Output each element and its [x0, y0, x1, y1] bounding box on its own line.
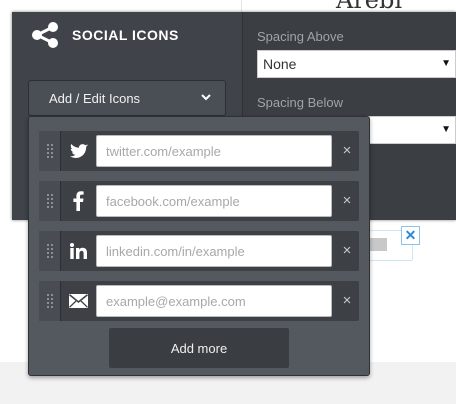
icon-row-facebook: × [39, 181, 359, 221]
twitter-icon [62, 131, 95, 171]
remove-icon-button[interactable]: × [335, 281, 359, 321]
twitter-url-input[interactable] [96, 135, 332, 167]
drag-handle-icon[interactable] [39, 281, 61, 321]
email-icon [62, 281, 95, 321]
add-edit-icons-label: Add / Edit Icons [49, 90, 141, 106]
icon-row-email: × [39, 281, 359, 321]
select-arrow-icon: ▼ [441, 124, 451, 135]
remove-icon-button[interactable]: × [335, 181, 359, 221]
background-divider [241, 0, 242, 12]
spacing-above-label: Spacing Above [257, 29, 344, 44]
panel-title: SOCIAL ICONS [72, 27, 179, 43]
background-close-icon[interactable]: ✕ [401, 226, 420, 245]
drag-handle-icon[interactable] [39, 181, 61, 221]
spacing-below-label: Spacing Below [257, 95, 343, 110]
linkedin-url-input[interactable] [96, 235, 332, 267]
panel-header: SOCIAL ICONS [30, 22, 179, 48]
email-address-input[interactable] [96, 285, 332, 317]
spacing-above-value: None [263, 56, 297, 72]
select-arrow-icon: ▼ [441, 58, 451, 69]
chevron-down-icon [201, 94, 211, 101]
icon-row-twitter: × [39, 131, 359, 171]
remove-icon-button[interactable]: × [335, 131, 359, 171]
drag-handle-icon[interactable] [39, 231, 61, 271]
spacing-above-select[interactable]: None ▼ [257, 50, 456, 78]
facebook-url-input[interactable] [96, 185, 332, 217]
icon-row-linkedin: × [39, 231, 359, 271]
drag-handle-icon[interactable] [39, 131, 61, 171]
linkedin-icon [62, 231, 95, 271]
remove-icon-button[interactable]: × [335, 231, 359, 271]
share-icon [32, 22, 58, 48]
add-more-button[interactable]: Add more [109, 328, 289, 368]
background-email-icon [369, 238, 387, 251]
icons-dropdown: × × [28, 116, 370, 376]
add-edit-icons-button[interactable]: Add / Edit Icons [28, 80, 226, 116]
facebook-icon [62, 181, 95, 221]
